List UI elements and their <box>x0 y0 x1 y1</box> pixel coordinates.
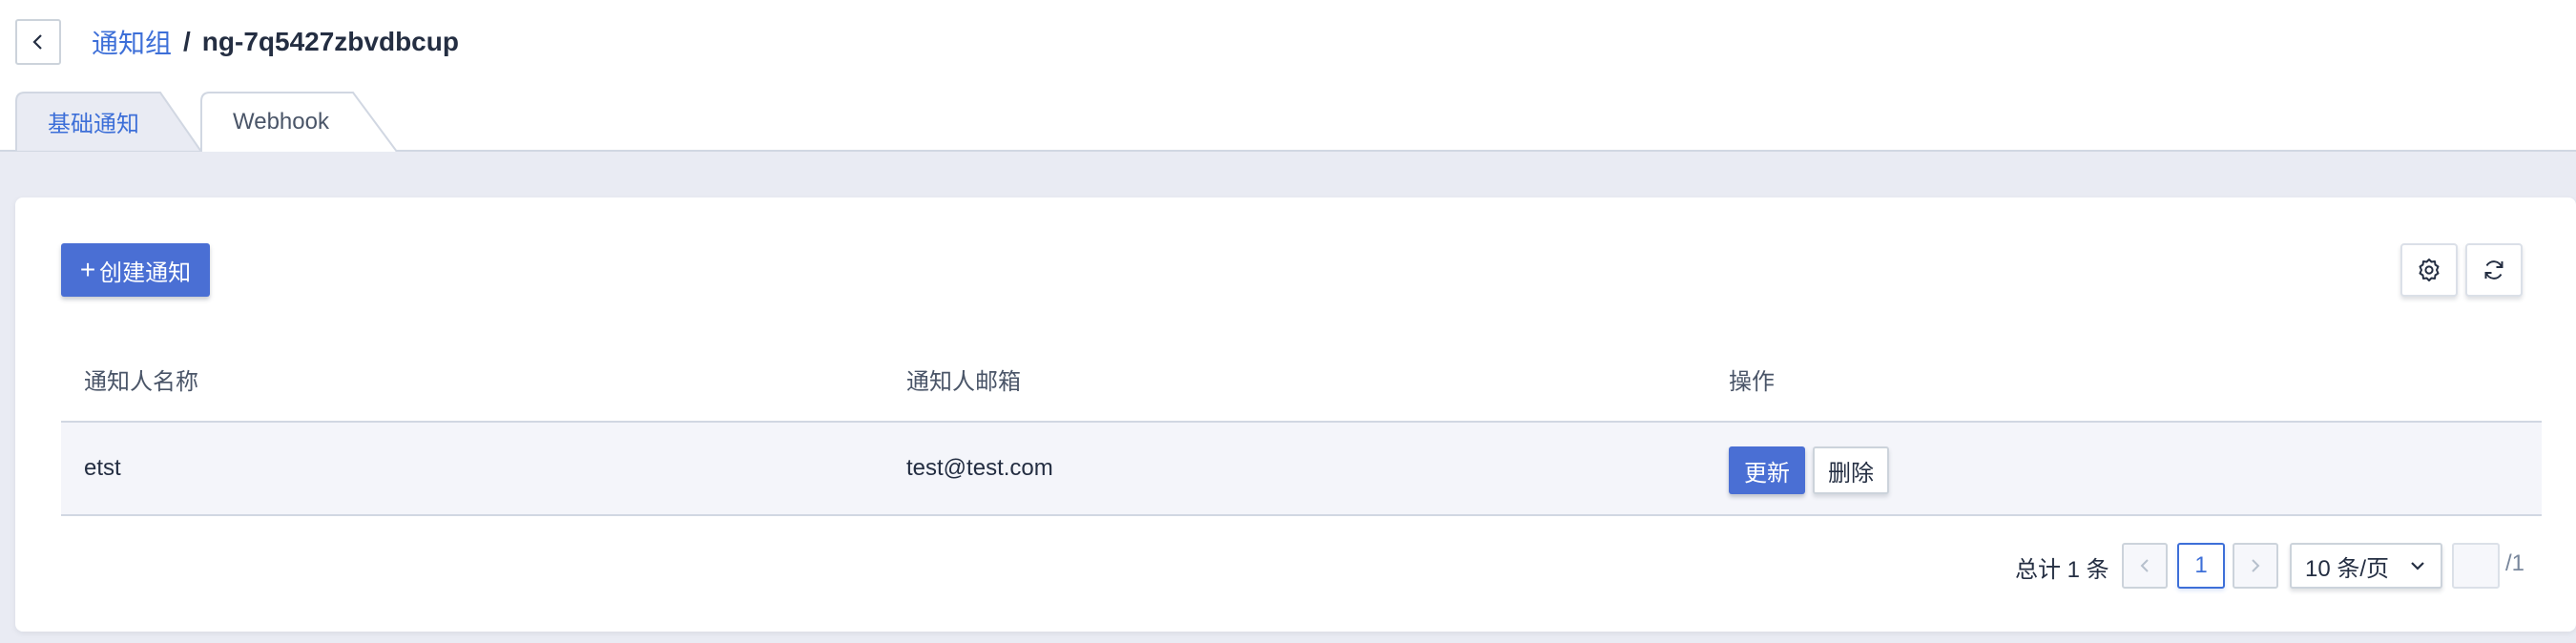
create-notification-button[interactable]: + 创建通知 <box>61 243 210 297</box>
chevron-left-icon <box>32 34 42 50</box>
breadcrumb-parent-link[interactable]: 通知组 <box>92 23 172 61</box>
table-row: etst test@test.com 更新 删除 <box>61 423 2542 516</box>
page-total: /1 <box>2505 550 2525 576</box>
back-button[interactable] <box>15 19 61 65</box>
refresh-icon <box>2484 260 2503 280</box>
tab-webhook-label: Webhook <box>233 108 329 135</box>
chevron-down-icon <box>2411 562 2424 570</box>
breadcrumb-current: ng-7q5427zbvdbcup <box>201 27 459 56</box>
chevron-left-icon <box>2140 559 2149 572</box>
row-email: test@test.com <box>906 455 1053 481</box>
breadcrumb: 通知组 / ng-7q5427zbvdbcup <box>92 21 459 63</box>
pagination: 总计 1 条 1 10 条/页 /1 <box>15 543 2576 589</box>
settings-icon <box>2419 259 2440 281</box>
total-count: 总计 1 条 <box>2015 557 2109 583</box>
plus-icon: + <box>79 255 96 284</box>
table-header: 通知人名称 通知人邮箱 操作 <box>61 337 2542 423</box>
refresh-button[interactable] <box>2465 243 2523 297</box>
prev-page-button[interactable] <box>2122 543 2168 589</box>
tab-basic-notification[interactable]: 基础通知 <box>15 92 202 152</box>
tab-webhook[interactable]: Webhook <box>200 92 399 152</box>
page-header: 通知组 / ng-7q5427zbvdbcup 基础通知 Webhook <box>0 0 2576 152</box>
breadcrumb-separator: / <box>183 27 191 56</box>
page-size-value: 10 条/页 <box>2305 555 2390 582</box>
header-actions: 操作 <box>1729 368 1775 395</box>
page-size-select[interactable]: 10 条/页 <box>2290 543 2442 589</box>
page-jump-input[interactable] <box>2452 543 2500 589</box>
header-email: 通知人邮箱 <box>906 368 1021 395</box>
next-page-button[interactable] <box>2233 543 2278 589</box>
row-name: etst <box>84 455 121 481</box>
tab-basic-label: 基础通知 <box>48 112 139 137</box>
notification-card: + 创建通知 通知人名称 通知人邮箱 操作 etst test@test.com… <box>15 197 2576 632</box>
settings-button[interactable] <box>2400 243 2458 297</box>
delete-button[interactable]: 删除 <box>1813 446 1889 494</box>
header-name: 通知人名称 <box>84 368 198 395</box>
chevron-right-icon <box>2252 559 2260 572</box>
current-page-button[interactable]: 1 <box>2177 543 2225 589</box>
update-button[interactable]: 更新 <box>1729 446 1805 494</box>
create-notification-label: 创建通知 <box>99 259 192 286</box>
notification-table: 通知人名称 通知人邮箱 操作 etst test@test.com 更新 删除 <box>61 337 2542 516</box>
